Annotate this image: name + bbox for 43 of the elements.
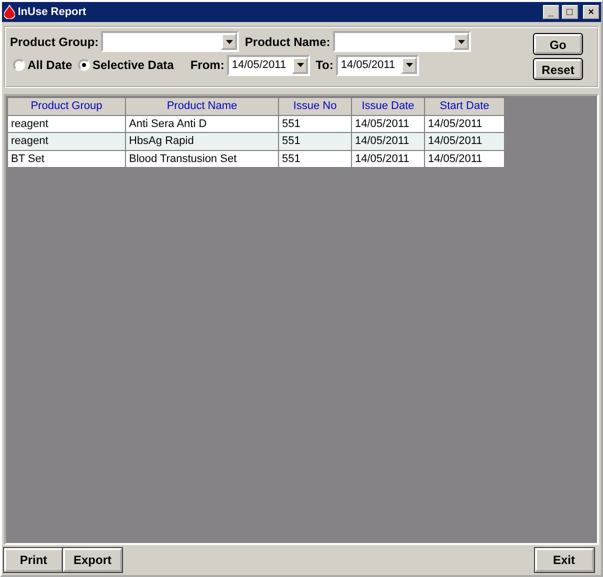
column-header[interactable]: Start Date xyxy=(424,98,504,115)
dropdown-arrow-icon xyxy=(226,40,233,44)
table-cell: 14/05/2011 xyxy=(352,150,424,168)
table-cell: HbsAg Rapid xyxy=(126,132,278,150)
field-label: From: xyxy=(190,57,224,74)
reset-button[interactable]: Reset xyxy=(534,59,582,80)
radio-label: Selective Data xyxy=(92,57,174,74)
export-button[interactable]: Export xyxy=(63,548,122,572)
dropdown-button[interactable] xyxy=(292,56,308,74)
column-header[interactable]: Product Name xyxy=(126,98,278,115)
maximize-button[interactable]: □ xyxy=(562,5,578,19)
go-button[interactable]: Go xyxy=(534,34,582,54)
close-button[interactable]: × xyxy=(583,5,599,19)
radio-button[interactable] xyxy=(78,59,90,72)
table-cell: 14/05/2011 xyxy=(424,150,504,168)
dropdown-arrow-icon xyxy=(406,63,413,68)
radio-label: All Date xyxy=(28,57,72,74)
window-title: InUse Report xyxy=(18,4,88,20)
print-button[interactable]: Print xyxy=(4,548,63,572)
column-header[interactable]: Issue No xyxy=(278,98,352,115)
table-cell: 14/05/2011 xyxy=(424,132,504,150)
dropdown-arrow-icon xyxy=(458,40,465,44)
column-header[interactable]: Product Group xyxy=(8,98,126,115)
table-cell: 551 xyxy=(278,132,352,150)
field-label: To: xyxy=(316,57,334,74)
field-label: Product Group: xyxy=(10,34,99,50)
dropdown-button[interactable] xyxy=(401,56,418,74)
dropdown-button[interactable] xyxy=(453,33,470,50)
column-header[interactable]: Issue Date xyxy=(352,98,424,115)
table-cell: Blood Transtusion Set xyxy=(126,150,278,168)
radio-button[interactable] xyxy=(12,59,25,72)
table-cell: 551 xyxy=(278,150,352,168)
minimize-button[interactable]: _ xyxy=(542,5,559,19)
blood-drop-icon xyxy=(4,5,15,19)
dropdown-button[interactable] xyxy=(221,33,238,50)
date-picker[interactable]: 14/05/2011 xyxy=(336,54,420,76)
table-cell: reagent xyxy=(8,132,126,150)
table-cell: BT Set xyxy=(8,150,126,168)
exit-button[interactable]: Exit xyxy=(534,548,594,572)
date-picker[interactable]: 14/05/2011 xyxy=(227,54,310,76)
field-label: Product Name: xyxy=(244,34,330,50)
dropdown-arrow-icon xyxy=(296,63,304,68)
table-cell: 14/05/2011 xyxy=(352,132,424,150)
